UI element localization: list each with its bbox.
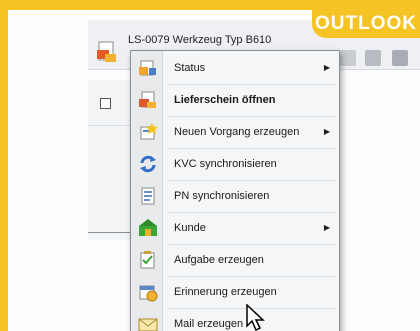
menu-item-label: KVC synchronisieren [174, 158, 277, 170]
submenu-arrow-icon: ▶ [323, 223, 330, 232]
menu-item-kvc-sync[interactable]: KVC synchronisieren [132, 149, 338, 179]
menu-item-pn-sync[interactable]: PN synchronisieren [132, 181, 338, 211]
sync-icon [138, 154, 158, 174]
menu-item-create-reminder[interactable]: Erinnerung erzeugen [132, 277, 338, 307]
ribbon-icon-export[interactable] [392, 50, 408, 66]
pn-sync-icon [138, 186, 158, 206]
menu-item-status[interactable]: Status ▶ [132, 53, 338, 83]
document-title: LS-0079 Werkzeug Typ B610 [128, 34, 272, 46]
menu-item-open-delivery-note[interactable]: Lieferschein öffnen [132, 85, 338, 115]
menu-item-label: Erinnerung erzeugen [174, 286, 277, 298]
mail-icon [138, 314, 158, 331]
menu-item-label: Status [174, 62, 206, 74]
status-icon [138, 58, 158, 78]
menu-item-new-process[interactable]: Neuen Vorgang erzeugen ▶ [132, 117, 338, 147]
document-icon [96, 40, 118, 64]
reminder-icon [138, 282, 158, 302]
new-process-icon [138, 122, 158, 142]
submenu-arrow-icon: ▶ [323, 127, 330, 136]
task-icon [138, 250, 158, 270]
menu-item-create-task[interactable]: Aufgabe erzeugen [132, 245, 338, 275]
submenu-arrow-icon: ▶ [323, 63, 330, 72]
mouse-pointer-icon [246, 303, 268, 331]
menu-item-label: PN synchronisieren [174, 190, 270, 202]
context-menu: Status ▶ Lieferschein öffnen Neuen Vorga… [130, 50, 340, 331]
menu-item-label: Lieferschein öffnen [174, 94, 276, 106]
delivery-note-icon [138, 90, 158, 110]
menu-item-create-mail[interactable]: Mail erzeugen [132, 309, 338, 331]
outlook-badge: OUTLOOK [312, 10, 420, 38]
menu-item-label: Neuen Vorgang erzeugen [174, 126, 300, 138]
customer-icon [138, 218, 158, 238]
ribbon-icon-tool[interactable] [340, 50, 356, 66]
row-checkbox[interactable] [100, 98, 111, 109]
menu-item-label: Kunde [174, 222, 206, 234]
ribbon-icon-print[interactable] [365, 50, 381, 66]
menu-item-label: Aufgabe erzeugen [174, 254, 264, 266]
menu-item-customer[interactable]: Kunde ▶ [132, 213, 338, 243]
menu-item-label: Mail erzeugen [174, 318, 244, 330]
